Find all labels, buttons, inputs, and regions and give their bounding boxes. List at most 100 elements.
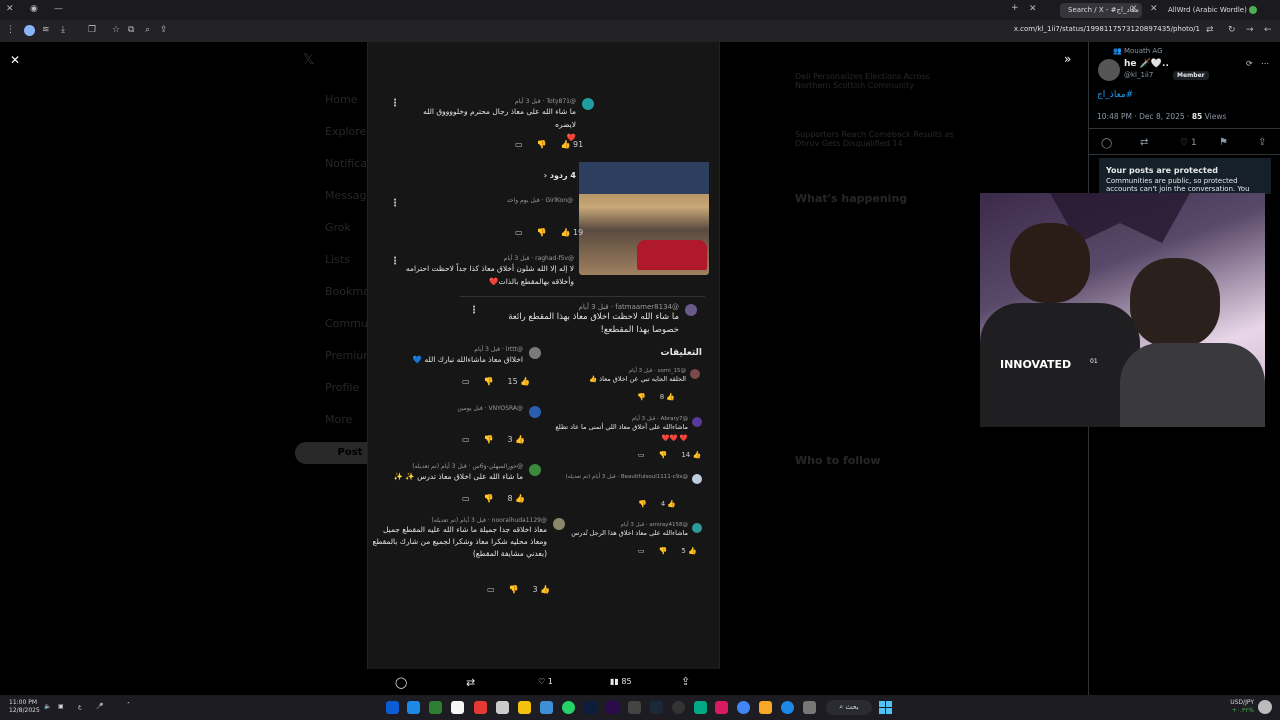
dislike-icon[interactable]: 👎: [659, 451, 668, 459]
menu-icon[interactable]: ⋮: [6, 26, 15, 35]
like-count[interactable]: 8 👍: [660, 393, 675, 401]
download-icon[interactable]: ⤓: [61, 26, 65, 35]
like-count[interactable]: 4 👍: [661, 500, 676, 508]
whatsapp-icon[interactable]: [562, 701, 575, 714]
layers-icon[interactable]: ≋: [42, 26, 50, 35]
dislike-icon[interactable]: 👎: [659, 547, 668, 555]
chrome-icon[interactable]: [737, 701, 750, 714]
close-icon[interactable]: ✕: [6, 5, 14, 14]
dislike-icon[interactable]: 👎: [484, 494, 494, 503]
share-icon[interactable]: ⇪: [160, 26, 168, 35]
dislike-icon[interactable]: 👎: [509, 585, 519, 594]
back-icon[interactable]: ←: [1264, 26, 1272, 35]
chevron-up-icon[interactable]: ˄: [127, 702, 130, 709]
like-button[interactable]: ♡ 1: [1180, 138, 1197, 148]
dislike-icon[interactable]: 👎: [537, 140, 547, 149]
hashtag-link[interactable]: #معاذ_اج: [1097, 90, 1133, 100]
mic-icon[interactable]: 🎤: [96, 703, 103, 710]
premiere-icon[interactable]: [606, 701, 619, 714]
app-icon[interactable]: [694, 701, 707, 714]
url-bar[interactable]: x.com/kl_1ii7/status/1998117573120897435…: [1000, 25, 1200, 33]
grok-icon[interactable]: ⟳: [1246, 59, 1253, 68]
more-icon[interactable]: ⋮: [390, 256, 400, 267]
reply-icon[interactable]: ◯: [1101, 138, 1112, 149]
edge-icon[interactable]: [781, 701, 794, 714]
more-icon[interactable]: ⋮: [390, 98, 400, 109]
circle-icon[interactable]: ◉: [30, 5, 38, 14]
currency-widget[interactable]: USD/JPY +٠.٣٢%: [1220, 699, 1254, 715]
dislike-icon[interactable]: 👎: [537, 228, 547, 237]
repost-icon[interactable]: ⇄: [466, 676, 475, 689]
app-icon[interactable]: [715, 701, 728, 714]
reply-icon[interactable]: ◯: [395, 676, 407, 689]
steam-icon[interactable]: [650, 701, 663, 714]
close-tab-icon[interactable]: ✕: [1150, 5, 1158, 14]
dislike-icon[interactable]: 👎: [484, 435, 494, 444]
dislike-icon[interactable]: 👎: [638, 500, 647, 508]
more-icon[interactable]: ⋯: [1261, 59, 1269, 68]
more-icon[interactable]: ⋮: [469, 305, 479, 316]
reply-icon[interactable]: ▭: [462, 377, 470, 386]
bookmark-icon[interactable]: ⚑: [1219, 137, 1228, 148]
expand-icon[interactable]: »: [1064, 52, 1071, 66]
profile-icon[interactable]: [24, 25, 35, 36]
clock[interactable]: 11:00 PM 12/8/2025: [9, 699, 40, 715]
folder-icon[interactable]: [759, 701, 772, 714]
reply-icon[interactable]: ▭: [638, 547, 645, 555]
xbox-icon[interactable]: [429, 701, 442, 714]
repost-icon[interactable]: ⇄: [1140, 137, 1148, 148]
app-icon[interactable]: [672, 701, 685, 714]
like-count[interactable]: 15 👍: [508, 377, 531, 386]
screenshot-icon[interactable]: ⧉: [128, 26, 134, 35]
tabs-icon[interactable]: ❐: [88, 26, 96, 35]
app-icon[interactable]: [518, 701, 531, 714]
star-icon[interactable]: ☆: [112, 26, 120, 35]
app-icon[interactable]: [628, 701, 641, 714]
new-tab-icon[interactable]: +: [1011, 4, 1019, 13]
like-count[interactable]: 5 👍: [681, 547, 696, 555]
share-icon[interactable]: ⇪: [1258, 137, 1266, 148]
like-count[interactable]: 14 👍: [681, 451, 701, 459]
reload-icon[interactable]: ↻: [1228, 26, 1236, 35]
more-icon[interactable]: ⋮: [390, 198, 400, 209]
windows-start-icon[interactable]: [879, 701, 892, 714]
search-icon[interactable]: ⌕: [145, 26, 150, 35]
volume-icon[interactable]: 🔈: [44, 703, 51, 710]
handle[interactable]: @kl_1ii7: [1124, 71, 1153, 79]
app-icon[interactable]: [451, 701, 464, 714]
app-icon[interactable]: [540, 701, 553, 714]
close-tab-icon[interactable]: ✕: [1130, 5, 1138, 14]
youtube-icon[interactable]: [474, 701, 487, 714]
close-icon[interactable]: ✕: [10, 53, 20, 67]
reply-icon[interactable]: ▭: [638, 451, 645, 459]
replies-toggle[interactable]: 4 ردود ‹: [508, 171, 576, 180]
dislike-icon[interactable]: 👎: [484, 377, 494, 386]
reply-icon[interactable]: ▭: [462, 494, 470, 503]
display-name[interactable]: he 🗡️🤍..: [1124, 59, 1169, 69]
language-indicator[interactable]: ع: [78, 703, 82, 710]
like-count[interactable]: 👍 91: [561, 140, 584, 149]
reply-icon[interactable]: ▭: [487, 585, 495, 594]
search-box[interactable]: ⌕ بحث: [826, 700, 872, 715]
network-icon[interactable]: ▣: [58, 703, 64, 710]
app-icon[interactable]: [386, 701, 399, 714]
reply-icon[interactable]: ▭: [462, 435, 470, 444]
like-count[interactable]: 3 👍: [508, 435, 526, 444]
dislike-icon[interactable]: 👎: [637, 393, 646, 401]
views-button[interactable]: ▮▮ 85: [610, 677, 632, 686]
like-count[interactable]: 👍 19: [561, 228, 584, 237]
forward-icon[interactable]: →: [1246, 26, 1254, 35]
widget-icon[interactable]: [1258, 700, 1272, 714]
close-tab-icon[interactable]: ✕: [1029, 5, 1037, 14]
like-button[interactable]: ♡ 1: [538, 677, 553, 686]
site-settings-icon[interactable]: ⇄: [1206, 26, 1214, 35]
like-count[interactable]: 3 👍: [533, 585, 551, 594]
avatar[interactable]: [1098, 59, 1120, 81]
reply-icon[interactable]: ▭: [515, 228, 523, 237]
app-icon[interactable]: [803, 701, 816, 714]
reply-icon[interactable]: ▭: [515, 140, 523, 149]
minimize-icon[interactable]: —: [54, 5, 63, 14]
photoshop-icon[interactable]: [584, 701, 597, 714]
app-icon[interactable]: [407, 701, 420, 714]
tab-allwrd[interactable]: AllWrd (Arabic Wordle) - الورد: [1160, 3, 1255, 18]
